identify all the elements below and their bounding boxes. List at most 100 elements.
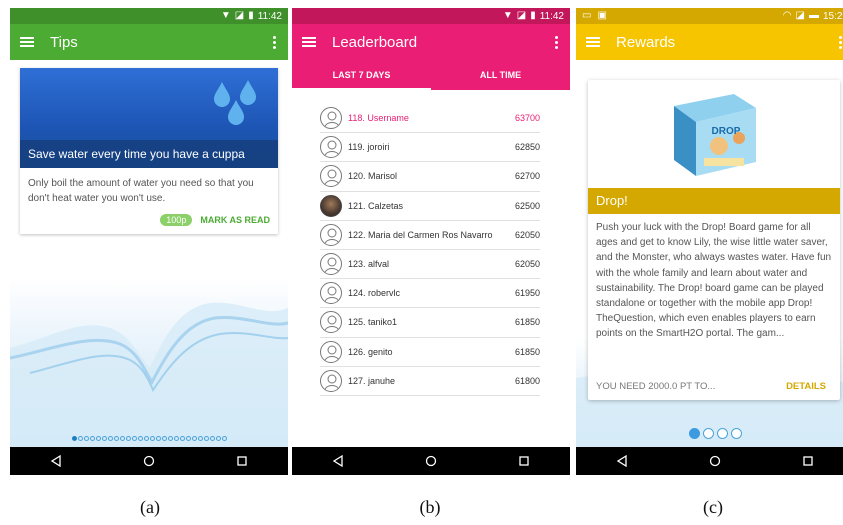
pager-dot[interactable] [95, 436, 101, 441]
pager-dot[interactable] [197, 436, 203, 441]
leaderboard-name: 122. Maria del Carmen Ros Navarro [348, 229, 493, 240]
avatar-icon [320, 369, 342, 392]
page-title: Leaderboard [332, 33, 418, 51]
home-icon[interactable] [709, 455, 721, 467]
recents-icon[interactable] [236, 455, 248, 467]
menu-icon[interactable] [586, 37, 600, 47]
pager-dot[interactable] [161, 436, 167, 441]
tip-headline: Save water every time you have a cuppa [20, 140, 278, 168]
leaderboard-row[interactable]: 127. januhe 61800 [320, 367, 540, 396]
status-bar: ▼ ◪ ▮ 11:42 [10, 8, 288, 24]
leaderboard-row[interactable]: 124. robervlc 61950 [320, 279, 540, 309]
system-nav-bar [10, 447, 288, 475]
pager-dot[interactable] [149, 436, 155, 441]
overflow-menu-icon[interactable] [273, 36, 276, 49]
recents-icon[interactable] [802, 455, 814, 467]
pager-dot[interactable] [137, 436, 143, 441]
user-photo-avatar [320, 194, 342, 217]
app-bar: Tips [10, 24, 288, 60]
pager-dot[interactable] [143, 436, 149, 441]
back-icon[interactable] [616, 455, 628, 467]
overflow-menu-icon[interactable] [555, 36, 558, 49]
pager-dot[interactable] [191, 436, 197, 441]
pager-dot[interactable] [167, 436, 173, 441]
tip-card[interactable]: Save water every time you have a cuppa O… [20, 68, 278, 234]
details-button[interactable]: DETAILS [786, 381, 826, 392]
leaderboard-row[interactable]: 122. Maria del Carmen Ros Navarro 62050 [320, 221, 540, 250]
leaderboard-row[interactable]: 119. joroiri 62850 [320, 133, 540, 163]
tab-all-time[interactable]: ALL TIME [431, 60, 570, 90]
mark-as-read-button[interactable]: MARK AS READ [200, 215, 270, 225]
phone-tips: ▼ ◪ ▮ 11:42 Tips Save water every time y… [10, 8, 288, 475]
home-icon[interactable] [143, 455, 155, 467]
avatar-icon [320, 165, 342, 188]
points-needed-label: YOU NEED 2000.0 PT TO... [596, 381, 716, 392]
tab-bar: LAST 7 DAYS ALL TIME [292, 60, 570, 90]
pager-dot[interactable] [215, 436, 221, 441]
back-icon[interactable] [50, 455, 62, 467]
back-icon[interactable] [332, 455, 344, 467]
pager-dot[interactable] [101, 436, 107, 441]
box-label: DROP [712, 126, 741, 137]
pager-dot[interactable] [730, 428, 742, 439]
pager-dot[interactable] [71, 436, 77, 441]
pager-dot[interactable] [155, 436, 161, 441]
leaderboard-name: 121. Calzetas [348, 200, 404, 211]
leaderboard-row[interactable]: 121. Calzetas 62500 [320, 192, 540, 221]
recents-icon[interactable] [518, 455, 530, 467]
pager-dot[interactable] [83, 436, 89, 441]
leaderboard-score: 61850 [514, 346, 540, 357]
phone-leaderboard: ▼ ◪ ▮ 11:42 Leaderboard LAST 7 DAYS ALL … [292, 8, 570, 475]
pager-dot[interactable] [221, 436, 227, 441]
page-indicator [576, 428, 843, 439]
status-bar: ▭ ▣ ◠ ◪ ▬ 15:29 [576, 8, 843, 24]
pager-dot[interactable] [688, 428, 700, 439]
app-bar: Leaderboard [292, 24, 570, 60]
pager-dot[interactable] [131, 436, 137, 441]
leaderboard-row[interactable]: 120. Marisol 62700 [320, 162, 540, 192]
reward-description: Push your luck with the Drop! Board game… [596, 222, 832, 340]
leaderboard-name: 124. robervlc [348, 288, 401, 299]
pager-dot[interactable] [119, 436, 125, 441]
wifi-icon: ▼ [502, 10, 513, 21]
pager-dot[interactable] [203, 436, 209, 441]
menu-icon[interactable] [20, 37, 34, 47]
leaderboard-row[interactable]: 118. Username 63700 [320, 104, 540, 134]
status-time: 11:42 [539, 10, 564, 22]
home-icon[interactable] [425, 455, 437, 467]
tip-body: Only boil the amount of water you need s… [28, 178, 254, 204]
leaderboard-row[interactable]: 125. taniko1 61850 [320, 308, 540, 338]
pager-dot[interactable] [716, 428, 728, 439]
tab-last-7-days[interactable]: LAST 7 DAYS [292, 60, 431, 90]
avatar-icon [320, 136, 342, 159]
pager-dot[interactable] [125, 436, 131, 441]
leaderboard-name: 119. joroiri [348, 142, 390, 153]
leaderboard-score: 62050 [514, 259, 540, 270]
leaderboard-row[interactable]: 126. genito 61850 [320, 338, 540, 367]
battery-icon: ▮ [248, 10, 254, 21]
tip-actions: 100p MARK AS READ [160, 214, 270, 226]
sim-icon: ◪ [795, 10, 805, 21]
pager-dot[interactable] [89, 436, 95, 441]
pager-dot[interactable] [185, 436, 191, 441]
app-bar: Rewards [576, 24, 843, 60]
leaderboard-score: 61950 [514, 288, 540, 299]
reward-image: DROP [588, 80, 840, 188]
pager-dot[interactable] [702, 428, 714, 439]
pager-dot[interactable] [107, 436, 113, 441]
reward-card[interactable]: DROP Drop! Push your luck with the Drop!… [588, 80, 840, 400]
status-bar: ▼ ◪ ▮ 11:42 [292, 8, 570, 24]
leaderboard-score: 62500 [514, 200, 540, 211]
leaderboard-score: 62850 [514, 142, 540, 153]
pager-dot[interactable] [113, 436, 119, 441]
leaderboard-name: 126. genito [348, 346, 393, 357]
leaderboard-row[interactable]: 123. alfval 62050 [320, 250, 540, 280]
pager-dot[interactable] [77, 436, 83, 441]
pager-dot[interactable] [179, 436, 185, 441]
pager-dot[interactable] [209, 436, 215, 441]
page-title: Rewards [616, 33, 676, 51]
wifi-icon: ▼ [220, 10, 231, 21]
menu-icon[interactable] [302, 37, 316, 47]
overflow-menu-icon[interactable] [839, 36, 842, 49]
pager-dot[interactable] [173, 436, 179, 441]
